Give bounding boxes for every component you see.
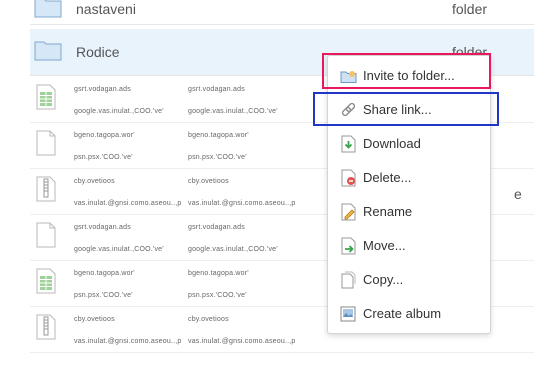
folder-row-nastaveni[interactable]: nastaveni folder bbox=[30, 0, 534, 25]
file-detail: google.vas.inulat.,COO.'ve' bbox=[188, 108, 278, 115]
file-owner: cby.ovetioos bbox=[74, 316, 115, 323]
folder-kind: folder bbox=[452, 1, 488, 17]
highlight-box-red bbox=[322, 53, 491, 89]
menu-item-rename[interactable]: Rename bbox=[328, 198, 490, 226]
file-owner: cby.ovetioos bbox=[188, 178, 229, 185]
menu-item-copy[interactable]: Copy... bbox=[328, 266, 490, 294]
file-detail: psn.psx.'COO.'ve' bbox=[74, 154, 133, 161]
file-owner: bgeno.tagopa.wor' bbox=[188, 270, 249, 277]
rename-icon bbox=[341, 203, 356, 221]
file-owner: cby.ovetioos bbox=[188, 316, 229, 323]
menu-item-label: Download bbox=[363, 136, 421, 151]
file-detail: psn.psx.'COO.'ve' bbox=[188, 154, 247, 161]
folder-name: nastaveni bbox=[76, 1, 136, 17]
copy-icon bbox=[341, 271, 356, 289]
file-owner: bgeno.tagopa.wor' bbox=[188, 132, 249, 139]
file-detail: vas.inulat.@gnsi.como.aseou..,p bbox=[188, 200, 296, 207]
file-owner: gsrt.vodagan.ads bbox=[188, 86, 245, 93]
file-owner: gsrt.vodagan.ads bbox=[188, 224, 245, 231]
menu-item-label: Copy... bbox=[363, 272, 404, 287]
spreadsheet-file-icon bbox=[36, 84, 56, 110]
file-detail: google.vas.inulat.,COO.'ve' bbox=[74, 108, 164, 115]
file-owner: cby.ovetioos bbox=[74, 178, 115, 185]
file-detail: psn.psx.'COO.'ve' bbox=[188, 292, 247, 299]
file-detail: vas.inulat.@gnsi.como.aseou..,p bbox=[74, 338, 182, 345]
menu-item-label: Rename bbox=[363, 204, 413, 219]
document-file-icon bbox=[36, 130, 56, 156]
archive-file-icon bbox=[36, 176, 56, 202]
album-icon bbox=[340, 306, 356, 322]
folder-icon bbox=[34, 41, 62, 61]
menu-item-download[interactable]: Download bbox=[328, 130, 490, 158]
move-icon bbox=[341, 237, 356, 255]
file-owner: gsrt.vodagan.ads bbox=[74, 224, 131, 231]
file-owner: bgeno.tagopa.wor' bbox=[74, 270, 135, 277]
highlight-box-blue bbox=[313, 92, 499, 126]
file-detail: google.vas.inulat.,COO.'ve' bbox=[188, 246, 278, 253]
menu-item-move[interactable]: Move... bbox=[328, 232, 490, 260]
spreadsheet-file-icon bbox=[36, 268, 56, 294]
file-kind: e bbox=[514, 186, 522, 202]
folder-name: Rodice bbox=[76, 44, 120, 60]
menu-item-label: Delete... bbox=[363, 170, 412, 185]
folder-icon bbox=[34, 0, 62, 18]
file-detail: vas.inulat.@gnsi.como.aseou..,p bbox=[74, 200, 182, 207]
file-detail: psn.psx.'COO.'ve' bbox=[74, 292, 133, 299]
file-detail: google.vas.inulat.,COO.'ve' bbox=[74, 246, 164, 253]
archive-file-icon bbox=[36, 314, 56, 340]
file-owner: bgeno.tagopa.wor' bbox=[74, 132, 135, 139]
menu-item-label: Create album bbox=[363, 306, 442, 321]
menu-item-create-album[interactable]: Create album bbox=[328, 300, 490, 328]
download-icon bbox=[341, 135, 356, 153]
document-file-icon bbox=[36, 222, 56, 248]
menu-item-delete[interactable]: Delete... bbox=[328, 164, 490, 192]
file-detail: vas.inulat.@gnsi.como.aseou..,p bbox=[188, 338, 296, 345]
delete-icon bbox=[341, 169, 356, 187]
file-owner: gsrt.vodagan.ads bbox=[74, 86, 131, 93]
menu-item-label: Move... bbox=[363, 238, 406, 253]
